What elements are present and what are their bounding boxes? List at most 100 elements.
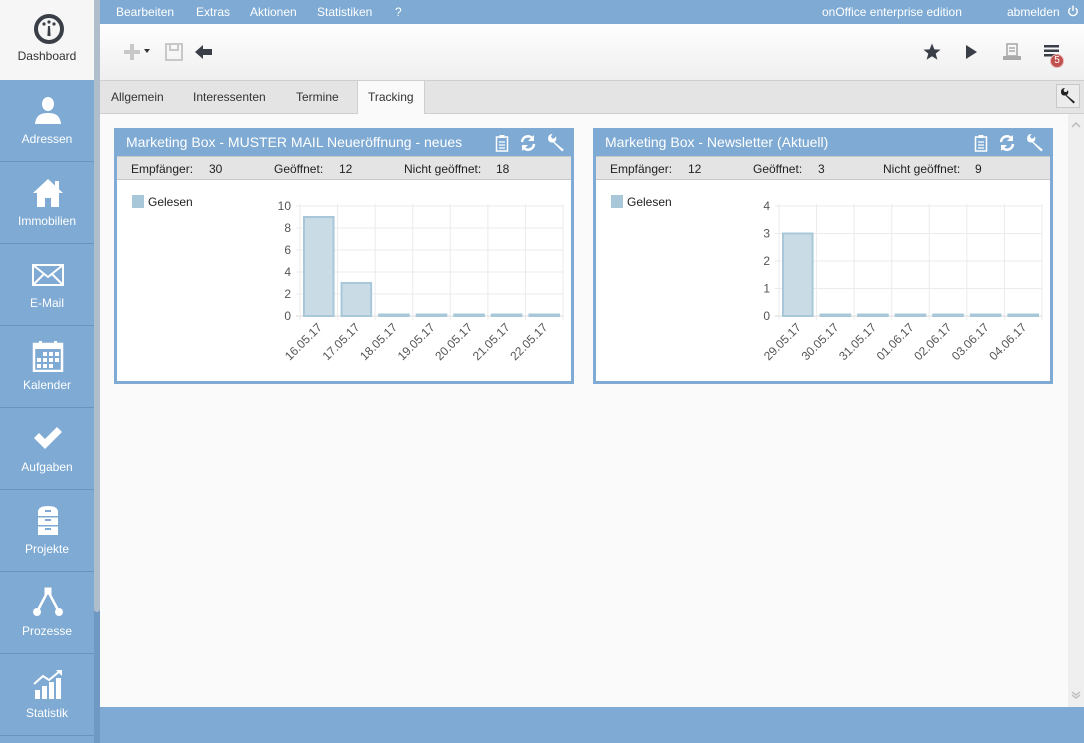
clipboard-icon[interactable] <box>972 134 990 152</box>
tab-bar: Allgemein Interessenten Termine Tracking <box>100 81 1084 115</box>
x-tick-label: 19.05.17 <box>395 320 438 363</box>
menu-statistiken[interactable]: Statistiken <box>317 5 372 19</box>
sidebar-item-adressen[interactable]: Adressen <box>0 80 94 162</box>
top-menu-bar: Bearbeiten Extras Aktionen Statistiken ?… <box>100 0 1084 24</box>
content-scrollbar[interactable] <box>1068 114 1084 707</box>
save-icon[interactable] <box>164 42 184 62</box>
bar <box>819 313 852 317</box>
menu-bearbeiten[interactable]: Bearbeiten <box>116 5 174 19</box>
bar-chart: 0 1 2 3 4 29.05.1730.05.1731.05.1701.06.1702.… <box>761 199 1043 363</box>
sidebar-item-projekte[interactable]: Projekte <box>0 490 94 572</box>
sidebar-item-label: Kalender <box>22 378 72 392</box>
wrench-icon[interactable] <box>1026 134 1044 152</box>
sidebar-item-label: Dashboard <box>17 49 77 63</box>
chart-icon <box>33 670 62 699</box>
tab-termine[interactable]: Termine <box>286 81 349 114</box>
scroll-up-icon[interactable] <box>1071 122 1081 128</box>
sidebar-item-kalender[interactable]: Kalender <box>0 326 94 408</box>
scroll-down-icon[interactable] <box>1071 691 1081 699</box>
opened-label: Geöffnet: <box>274 162 324 176</box>
y-tick-label: 6 <box>284 243 291 257</box>
x-tick-label: 21.05.17 <box>470 320 513 363</box>
widget-header: Marketing Box - MUSTER MAIL Neueröffnung… <box>117 131 571 156</box>
menu-help[interactable]: ? <box>395 5 402 19</box>
wrench-icon <box>1061 88 1075 104</box>
sidebar-item-dashboard[interactable]: Dashboard <box>0 0 94 80</box>
recipients-label: Empfänger: <box>610 162 673 176</box>
wrench-icon[interactable] <box>547 134 565 152</box>
footer-bar <box>100 707 1084 743</box>
toolbar: 5 <box>100 24 1084 81</box>
process-icon <box>33 587 63 616</box>
x-tick-label: 22.05.17 <box>507 320 550 363</box>
y-tick-label: 10 <box>278 199 292 213</box>
y-tick-label: 1 <box>763 282 770 296</box>
x-tick-label: 03.06.17 <box>949 320 992 363</box>
calendar-icon <box>32 341 64 372</box>
tab-tracking[interactable]: Tracking <box>357 81 425 115</box>
not-opened-value: 18 <box>496 162 510 176</box>
tab-settings-button[interactable] <box>1056 84 1080 108</box>
sidebar-item-label: Aufgaben <box>21 460 73 474</box>
add-dropdown-caret-icon[interactable] <box>144 49 150 53</box>
bar <box>415 313 448 317</box>
opened-value: 12 <box>339 162 353 176</box>
sidebar-item-immobilien[interactable]: Immobilien <box>0 162 94 244</box>
app-window: Dashboard Adressen Immobilien E-Mail Kal… <box>0 0 1084 743</box>
sidebar-item-label: Adressen <box>21 132 73 146</box>
notification-badge[interactable]: 5 <box>1050 54 1064 68</box>
sidebar-item-prozesse[interactable]: Prozesse <box>0 572 94 654</box>
gauge-icon <box>34 14 64 44</box>
bar <box>1007 313 1039 317</box>
x-tick-label: 02.06.17 <box>911 320 954 363</box>
widget-stats: Empfänger: 30 Geöffnet: 12 Nicht geöffne… <box>117 156 571 180</box>
play-icon[interactable] <box>961 42 981 62</box>
bar <box>857 313 889 317</box>
envelope-icon <box>32 264 64 286</box>
y-tick-label: 8 <box>284 221 291 235</box>
tab-interessenten[interactable]: Interessenten <box>183 81 276 114</box>
bar <box>969 313 1002 317</box>
power-icon[interactable] <box>1067 5 1079 17</box>
marketing-box-widget: Marketing Box - Newsletter (Aktuell) Emp… <box>593 128 1053 384</box>
cabinet-icon <box>38 506 58 535</box>
add-icon[interactable] <box>122 42 142 62</box>
bar <box>303 216 335 317</box>
sidebar-item-aufgaben[interactable]: Aufgaben <box>0 408 94 490</box>
star-icon[interactable] <box>922 42 942 62</box>
sidebar-item-label: Immobilien <box>17 214 77 228</box>
print-icon[interactable] <box>1002 42 1022 62</box>
refresh-icon[interactable] <box>998 134 1016 152</box>
y-tick-label: 4 <box>284 265 291 279</box>
person-icon <box>35 97 61 124</box>
y-tick-label: 0 <box>763 309 770 323</box>
clipboard-icon[interactable] <box>493 134 511 152</box>
bar <box>340 282 373 317</box>
bar <box>490 313 523 317</box>
widget-stats: Empfänger: 12 Geöffnet: 3 Nicht geöffnet… <box>596 156 1050 180</box>
opened-value: 3 <box>818 162 825 176</box>
recipients-value: 12 <box>688 162 702 176</box>
refresh-icon[interactable] <box>519 134 537 152</box>
sidebar-item-email[interactable]: E-Mail <box>0 244 94 326</box>
checkmark-icon <box>34 427 62 449</box>
sidebar-item-label: Prozesse <box>21 624 73 638</box>
back-arrow-icon[interactable] <box>194 42 214 62</box>
sidebar-item-statistik[interactable]: Statistik <box>0 654 94 736</box>
opened-label: Geöffnet: <box>753 162 803 176</box>
sidebar-item-label: Statistik <box>25 706 68 720</box>
recipients-label: Empfänger: <box>131 162 194 176</box>
x-tick-label: 04.06.17 <box>986 320 1029 363</box>
sidebar-item-label: Projekte <box>24 542 70 556</box>
widget-title: Marketing Box - MUSTER MAIL Neueröffnung… <box>126 134 463 150</box>
x-tick-label: 17.05.17 <box>320 320 363 363</box>
x-tick-label: 31.05.17 <box>836 320 879 363</box>
sidebar: Dashboard Adressen Immobilien E-Mail Kal… <box>0 0 100 743</box>
menu-extras[interactable]: Extras <box>196 5 230 19</box>
y-tick-label: 0 <box>284 309 291 323</box>
bar <box>453 313 485 317</box>
tab-allgemein[interactable]: Allgemein <box>101 81 174 114</box>
bar <box>378 313 410 317</box>
menu-aktionen[interactable]: Aktionen <box>250 5 297 19</box>
logout-link[interactable]: abmelden <box>1007 5 1060 19</box>
